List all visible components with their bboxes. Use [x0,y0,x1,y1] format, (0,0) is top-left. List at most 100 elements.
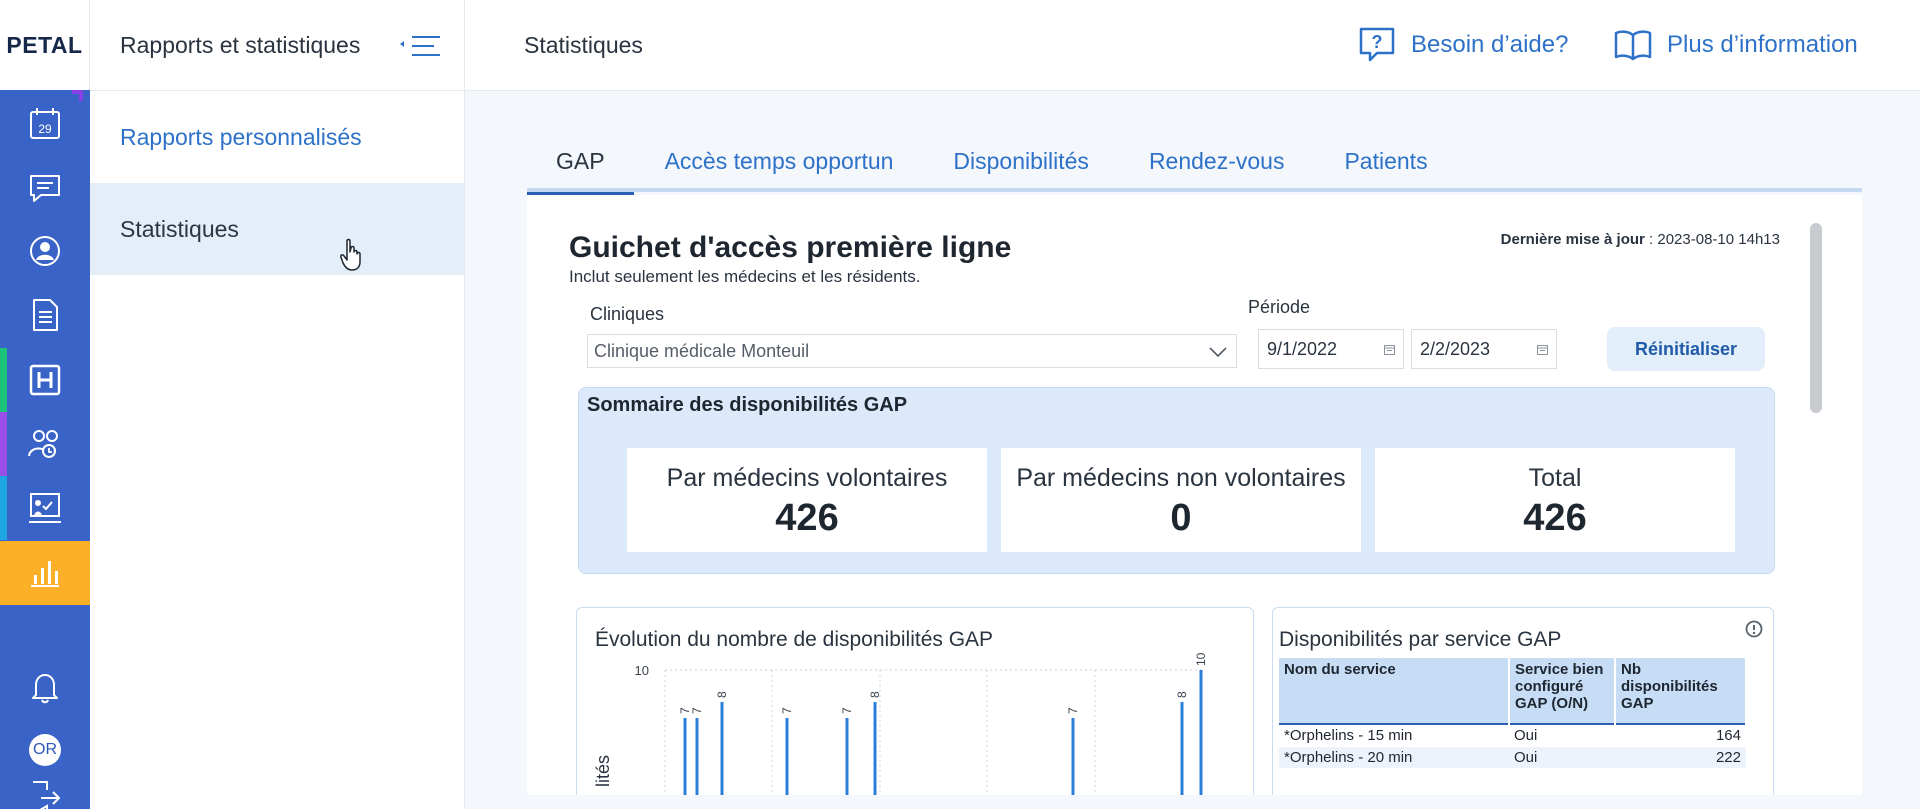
clinic-select[interactable]: Clinique médicale Monteuil [587,334,1237,368]
help-link[interactable]: ? Besoin d’aide? [1357,25,1568,65]
user-icon [30,236,60,266]
help-link-label: Besoin d’aide? [1411,31,1569,58]
summary-title: Sommaire des disponibilités GAP [587,394,908,416]
services-table: Nom du service Service bien configuré GA… [1279,658,1747,768]
presentation-check-icon [29,493,61,523]
collapse-menu-button[interactable] [396,28,444,64]
rail-hospital[interactable] [0,348,90,412]
bar-data-label: 7 [1066,707,1080,714]
rail-accent [0,348,7,412]
table-header-row: Nom du service Service bien configuré GA… [1279,658,1747,724]
tab-appointments[interactable]: Rendez-vous [1120,130,1314,192]
subnav-item-custom-reports[interactable]: Rapports personnalisés [90,91,464,183]
page-title: Statistiques [524,31,643,58]
period-label: Période [1248,297,1311,317]
info-icon[interactable] [1745,620,1763,638]
date-to-value: 2/2/2023 [1420,338,1491,359]
open-book-icon [1614,30,1652,61]
scrollbar-thumb[interactable] [1810,223,1822,413]
avatar: OR [29,734,61,766]
clinics-label: Cliniques [590,304,665,324]
last-update-value: : 2023-08-10 14h13 [1644,231,1780,248]
y-axis-label: lités [593,755,613,787]
hospital-icon [29,364,61,396]
info-link[interactable]: Plus d’information [1613,25,1858,65]
clinic-select-value: Clinique médicale Monteuil [594,340,810,361]
subnav-header: Rapports et statistiques [90,0,464,91]
rail-statistics[interactable] [0,541,90,605]
stats-tabs: GAP Accès temps opportun Disponibilités … [527,130,1862,196]
y-tick-label: 10 [635,663,649,678]
column-header[interactable]: Service bien configuré GAP (O/N) [1509,658,1616,724]
logout-icon [33,781,61,809]
rail-documents[interactable] [0,283,90,347]
stat-total: Total 426 [1375,448,1735,552]
chart-bar [683,718,687,795]
tab-availabilities[interactable]: Disponibilités [924,130,1118,192]
card-scrollbar[interactable] [1810,223,1822,783]
date-from-value: 9/1/2022 [1267,338,1338,359]
bar-data-label: 7 [840,707,854,714]
chart-bar [785,718,789,795]
rail-presentation[interactable] [0,476,90,540]
calendar-small-icon [1384,345,1395,355]
rail-profile[interactable]: OR [0,718,90,782]
app-logo[interactable]: PETAL [0,0,90,101]
services-title: Disponibilités par service GAP [1279,628,1562,651]
last-update-label: Dernière mise à jour [1500,231,1645,248]
bar-data-label: 8 [1175,691,1189,698]
gap-summary: Sommaire des disponibilités GAP Par méde… [578,387,1775,574]
stat-value: 0 [1170,497,1192,539]
last-update: Dernière mise à jour : 2023-08-10 14h13 [1501,231,1780,248]
stats-icon [31,561,59,587]
evolution-chart-panel: Évolution du nombre de disponibilités GA… [576,607,1254,795]
stat-non-voluntary: Par médecins non volontaires 0 [1001,448,1361,552]
calendar-day: 29 [38,122,52,136]
chart-bar [845,718,849,795]
subnav-panel: Rapports et statistiques Rapports person… [90,0,465,809]
column-header[interactable]: Nb disponibilités GAP [1615,658,1747,724]
tab-patients[interactable]: Patients [1315,130,1456,192]
gap-title: Guichet d'accès première ligne [569,231,1012,264]
rail-patients[interactable] [0,219,90,283]
table-row[interactable]: *Orphelins - 20 min Oui 222 [1279,746,1746,768]
chart-bar [1199,670,1203,795]
bar-data-label: 10 [1194,652,1208,666]
rail-accent [0,476,7,540]
rail-team[interactable] [0,412,90,476]
chart-bar [873,702,877,795]
rail-calendar[interactable]: 29 [0,92,90,156]
reset-button[interactable]: Réinitialiser [1607,327,1765,371]
gap-card: Guichet d'accès première ligne Inclut se… [527,195,1862,795]
rail-messages[interactable] [0,156,90,220]
chart-bar [695,718,699,795]
chevron-down-icon [1209,347,1227,358]
subnav-title: Rapports et statistiques [120,31,361,58]
column-header[interactable]: Nom du service [1279,658,1510,724]
date-from-input[interactable]: 9/1/2022 [1258,329,1404,369]
chart-bar [720,702,724,795]
info-link-label: Plus d’information [1667,31,1858,58]
document-icon [33,299,58,331]
table-row[interactable]: *Orphelins - 15 min Oui 164 [1279,723,1746,747]
subnav-item-statistics[interactable]: Statistiques [90,183,464,275]
rail-logout[interactable] [0,778,90,809]
top-header: Statistiques ? Besoin d’aide? Plus d’inf… [465,0,1920,91]
stat-label: Par médecins volontaires [666,464,948,492]
chart-bar [1071,718,1075,795]
chart-bar [1180,702,1184,795]
subnav-item-label: Rapports personnalisés [120,123,362,150]
hand-cursor-icon [340,238,361,271]
bar-data-label: 7 [690,707,704,714]
stat-label: Total [1528,464,1582,492]
table-cell: 222 [1615,746,1746,768]
date-to-input[interactable]: 2/2/2023 [1411,329,1557,369]
table-cell: *Orphelins - 15 min [1279,723,1509,747]
rail-accent [0,412,7,476]
stat-voluntary: Par médecins volontaires 426 [627,448,987,552]
table-cell: 164 [1615,723,1746,747]
stat-value: 426 [775,497,839,539]
tab-timely-access[interactable]: Accès temps opportun [636,130,923,192]
tab-gap[interactable]: GAP [527,130,634,196]
rail-notifications[interactable] [0,655,90,719]
